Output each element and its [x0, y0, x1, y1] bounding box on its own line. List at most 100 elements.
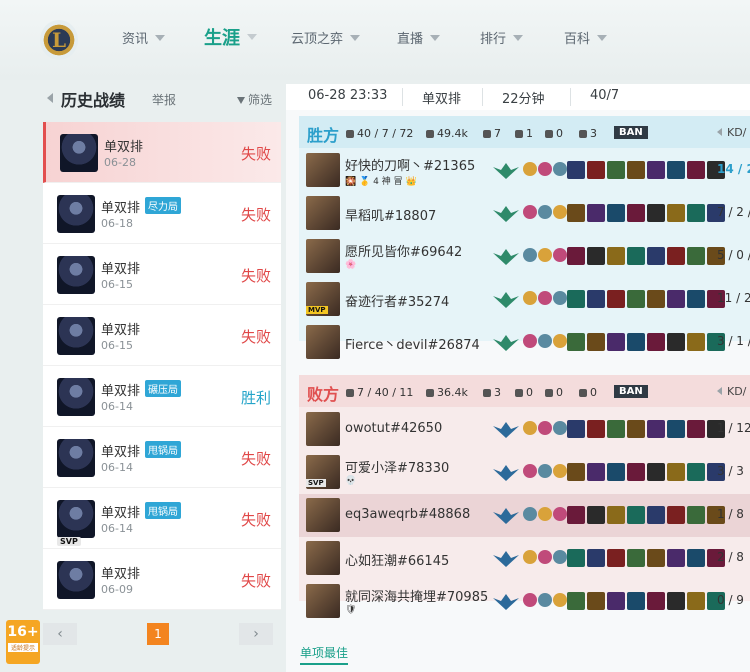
item-icon[interactable]: [627, 506, 645, 524]
item-icon[interactable]: [567, 333, 585, 351]
item-icon[interactable]: [627, 204, 645, 222]
item-icon[interactable]: [687, 161, 705, 179]
match-list-item[interactable]: 单双排 06-15 失败: [43, 244, 281, 305]
item-icon[interactable]: [567, 290, 585, 308]
item-icon[interactable]: [667, 506, 685, 524]
item-icon[interactable]: [687, 333, 705, 351]
item-icon[interactable]: [567, 420, 585, 438]
item-icon[interactable]: [587, 290, 605, 308]
item-icon[interactable]: [667, 549, 685, 567]
item-icon[interactable]: [627, 549, 645, 567]
item-icon[interactable]: [667, 333, 685, 351]
item-icon[interactable]: [587, 161, 605, 179]
prev-page-button[interactable]: ‹: [43, 623, 77, 645]
nav-live[interactable]: 直播: [397, 28, 441, 47]
filter-button[interactable]: 筛选: [237, 91, 272, 108]
item-icon[interactable]: [627, 592, 645, 610]
player-row[interactable]: 旱稻叽#18807 7 / 2 /: [299, 192, 750, 235]
item-icon[interactable]: [587, 506, 605, 524]
player-name[interactable]: eq3aweqrb#48868: [345, 507, 470, 522]
player-champion-avatar[interactable]: [306, 325, 340, 359]
player-champion-avatar[interactable]: [306, 153, 340, 187]
player-name[interactable]: 就同深海共掩埋#70985: [345, 586, 488, 605]
item-icon[interactable]: [687, 290, 705, 308]
league-logo[interactable]: L: [40, 20, 78, 60]
chevron-left-icon[interactable]: [717, 387, 722, 395]
player-row[interactable]: Fierce丶devil#26874 3 / 1 /: [299, 321, 750, 364]
player-row[interactable]: 心如狂潮#66145 2 / 8: [299, 537, 750, 580]
item-icon[interactable]: [687, 549, 705, 567]
player-row[interactable]: owotut#42650 1 / 12: [299, 408, 750, 451]
nav-ranking[interactable]: 排行: [480, 28, 524, 47]
player-name[interactable]: 好快的刀啊丶#21365: [345, 155, 475, 174]
item-icon[interactable]: [687, 592, 705, 610]
item-icon[interactable]: [687, 204, 705, 222]
item-icon[interactable]: [647, 333, 665, 351]
player-name[interactable]: Fierce丶devil#26874: [345, 334, 480, 353]
item-icon[interactable]: [567, 549, 585, 567]
nav-news[interactable]: 资讯: [122, 28, 166, 47]
item-icon[interactable]: [687, 420, 705, 438]
item-icon[interactable]: [567, 247, 585, 265]
item-icon[interactable]: [647, 161, 665, 179]
player-champion-avatar[interactable]: [306, 498, 340, 532]
item-icon[interactable]: [687, 463, 705, 481]
item-icon[interactable]: [607, 506, 625, 524]
match-list-item[interactable]: 单双排 甩锅局 06-14 失败: [43, 427, 281, 488]
player-row[interactable]: 愿所见皆你#69642 🌸 5 / 0 /: [299, 235, 750, 278]
item-icon[interactable]: [687, 247, 705, 265]
item-icon[interactable]: [667, 592, 685, 610]
item-icon[interactable]: [627, 290, 645, 308]
item-icon[interactable]: [647, 247, 665, 265]
player-name[interactable]: 奋迹行者#35274: [345, 291, 449, 310]
item-icon[interactable]: [667, 247, 685, 265]
item-icon[interactable]: [647, 290, 665, 308]
player-champion-avatar[interactable]: [306, 584, 340, 618]
item-icon[interactable]: [607, 161, 625, 179]
item-icon[interactable]: [627, 463, 645, 481]
player-row[interactable]: SVP 可爱小泽#78330 💀 3 / 3: [299, 451, 750, 494]
item-icon[interactable]: [607, 247, 625, 265]
item-icon[interactable]: [647, 506, 665, 524]
match-list-item[interactable]: 单双排 尽力局 06-18 失败: [43, 183, 281, 244]
player-champion-avatar[interactable]: [306, 412, 340, 446]
best-stats-tab[interactable]: 单项最佳: [300, 644, 349, 665]
item-icon[interactable]: [667, 463, 685, 481]
item-icon[interactable]: [587, 463, 605, 481]
item-icon[interactable]: [587, 420, 605, 438]
nav-career[interactable]: 生涯: [204, 24, 257, 50]
nav-tft[interactable]: 云顶之弈: [291, 28, 361, 47]
item-icon[interactable]: [687, 506, 705, 524]
item-icon[interactable]: [587, 333, 605, 351]
item-icon[interactable]: [647, 549, 665, 567]
item-icon[interactable]: [567, 592, 585, 610]
item-icon[interactable]: [567, 463, 585, 481]
item-icon[interactable]: [667, 420, 685, 438]
item-icon[interactable]: [587, 592, 605, 610]
back-arrow-icon[interactable]: [47, 93, 53, 103]
player-row[interactable]: 好快的刀啊丶#21365 🎇 🥇 4 神 冒 👑 14 / 2: [299, 149, 750, 192]
item-icon[interactable]: [627, 333, 645, 351]
item-icon[interactable]: [607, 290, 625, 308]
item-icon[interactable]: [647, 463, 665, 481]
player-name[interactable]: 旱稻叽#18807: [345, 205, 436, 224]
item-icon[interactable]: [607, 333, 625, 351]
match-list-item[interactable]: 单双排 碾压局 06-14 胜利: [43, 366, 281, 427]
player-row[interactable]: eq3aweqrb#48868 1 / 8: [299, 494, 750, 537]
item-icon[interactable]: [627, 247, 645, 265]
player-row[interactable]: MVP 奋迹行者#35274 11 / 2: [299, 278, 750, 321]
ban-label[interactable]: BAN: [614, 385, 648, 398]
item-icon[interactable]: [627, 420, 645, 438]
chevron-left-icon[interactable]: [717, 128, 722, 136]
item-icon[interactable]: [607, 420, 625, 438]
player-name[interactable]: 愿所见皆你#69642: [345, 241, 462, 260]
match-list-item[interactable]: 单双排 06-09 失败: [43, 549, 281, 610]
player-champion-avatar[interactable]: [306, 239, 340, 273]
ban-label[interactable]: BAN: [614, 126, 648, 139]
player-name[interactable]: 可爱小泽#78330: [345, 457, 449, 476]
item-icon[interactable]: [607, 204, 625, 222]
item-icon[interactable]: [607, 463, 625, 481]
item-icon[interactable]: [667, 161, 685, 179]
item-icon[interactable]: [667, 204, 685, 222]
item-icon[interactable]: [567, 204, 585, 222]
